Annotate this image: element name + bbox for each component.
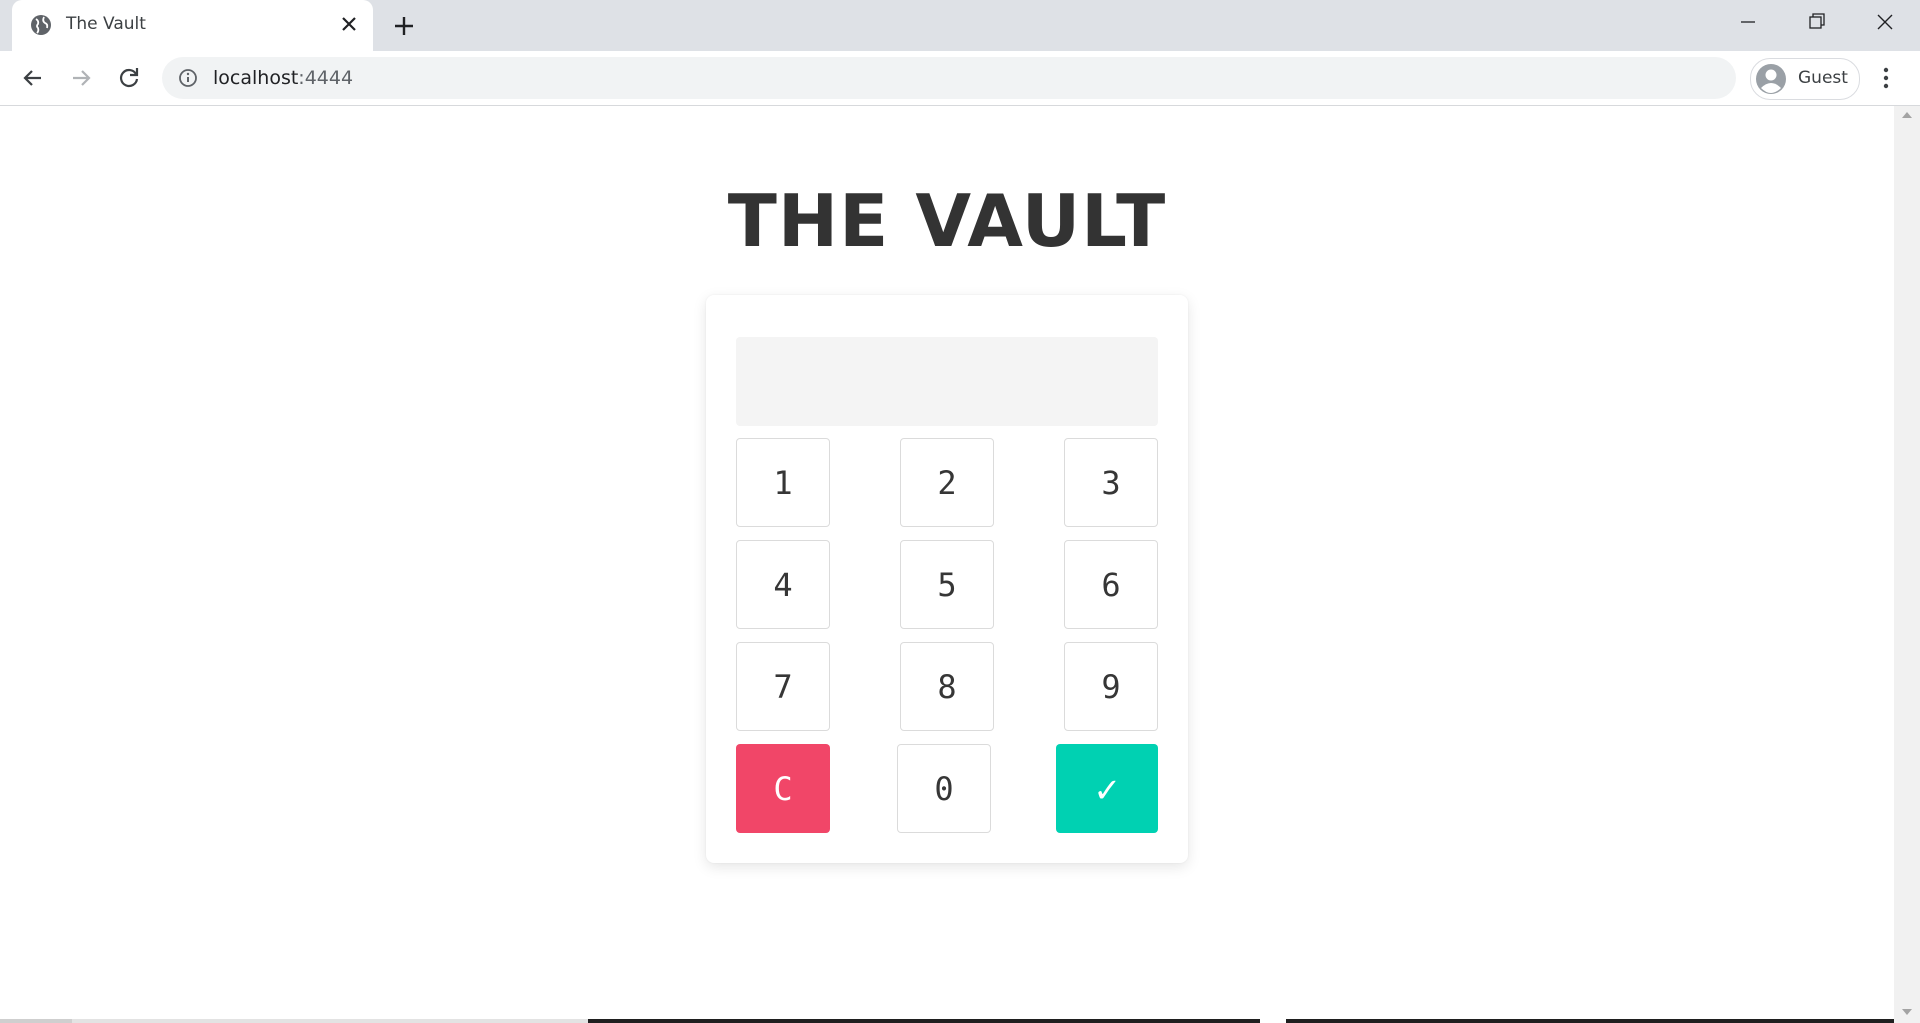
restore-icon[interactable] <box>1799 8 1833 36</box>
pin-display <box>736 337 1158 426</box>
close-icon[interactable] <box>338 13 360 35</box>
key-8[interactable]: 8 <box>900 642 994 731</box>
page-title: THE VAULT <box>727 179 1167 263</box>
scroll-down-arrow-icon[interactable] <box>1902 1009 1912 1015</box>
minimize-icon[interactable] <box>1731 8 1765 36</box>
key-4[interactable]: 4 <box>736 540 830 629</box>
vertical-scrollbar[interactable] <box>1894 106 1920 1023</box>
taskbar-edge <box>1286 1019 1894 1023</box>
key-7[interactable]: 7 <box>736 642 830 731</box>
forward-arrow-icon[interactable] <box>67 64 95 92</box>
clear-button[interactable]: C <box>736 744 830 833</box>
back-arrow-icon[interactable] <box>19 64 47 92</box>
key-0[interactable]: 0 <box>897 744 991 833</box>
key-9[interactable]: 9 <box>1064 642 1158 731</box>
profile-button[interactable]: Guest <box>1750 58 1860 100</box>
taskbar-edge <box>0 1019 72 1023</box>
plus-icon[interactable] <box>390 12 418 40</box>
key-3[interactable]: 3 <box>1064 438 1158 527</box>
browser-tab[interactable]: The Vault <box>12 0 373 51</box>
browser-toolbar: localhost:4444 Guest <box>0 51 1920 106</box>
key-1[interactable]: 1 <box>736 438 830 527</box>
keypad-card: 1 2 3 4 5 6 7 8 9 C 0 ✓ <box>706 295 1188 863</box>
globe-icon <box>31 15 51 35</box>
key-2[interactable]: 2 <box>900 438 994 527</box>
scroll-up-arrow-icon[interactable] <box>1902 112 1912 118</box>
info-icon[interactable] <box>178 68 198 88</box>
url-port: :4444 <box>298 67 354 89</box>
window-close-icon[interactable] <box>1868 8 1902 36</box>
browser-titlebar: The Vault <box>0 0 1920 51</box>
key-5[interactable]: 5 <box>900 540 994 629</box>
key-6[interactable]: 6 <box>1064 540 1158 629</box>
url-text: localhost:4444 <box>213 67 353 89</box>
kebab-menu-icon[interactable] <box>1872 64 1900 92</box>
taskbar-edge <box>72 1019 588 1023</box>
submit-button[interactable]: ✓ <box>1056 744 1158 833</box>
tab-title: The Vault <box>66 14 146 34</box>
taskbar-edge <box>588 1019 1260 1023</box>
url-host: localhost <box>213 67 299 89</box>
avatar-icon <box>1756 64 1786 94</box>
page-viewport: THE VAULT 1 2 3 4 5 6 7 8 9 C 0 ✓ <box>0 106 1894 1023</box>
profile-label: Guest <box>1798 68 1848 88</box>
address-bar[interactable]: localhost:4444 <box>162 57 1736 99</box>
reload-icon[interactable] <box>115 64 143 92</box>
